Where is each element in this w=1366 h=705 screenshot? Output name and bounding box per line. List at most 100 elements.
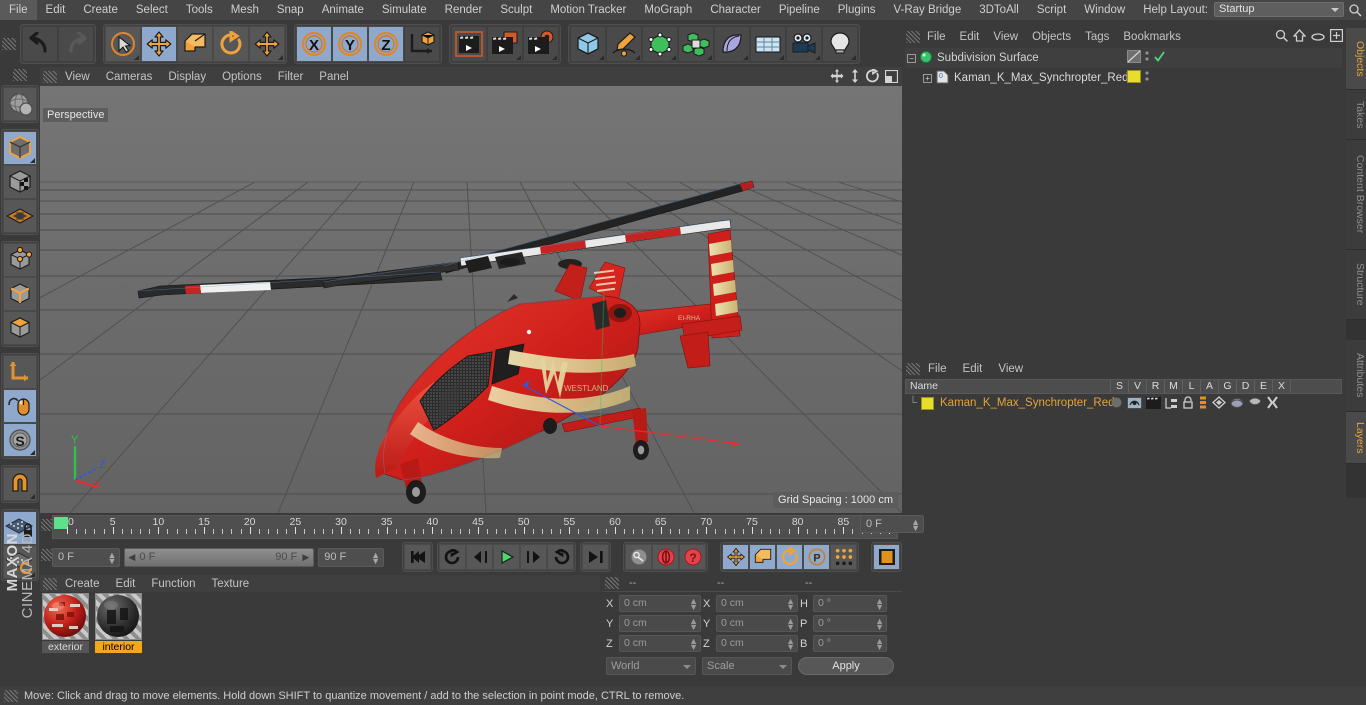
preview-range-slider[interactable]: ◀ 0 F 90 F ▶ xyxy=(124,547,315,567)
polygons-mode-button[interactable] xyxy=(3,311,37,345)
tab-takes[interactable]: Takes xyxy=(1346,90,1366,140)
tag-dots-icon[interactable] xyxy=(1145,50,1149,66)
timeline-playhead[interactable] xyxy=(54,517,68,529)
object-manager-grip[interactable] xyxy=(906,30,920,43)
menu-plugins[interactable]: Plugins xyxy=(829,0,885,20)
layer-menu-view[interactable]: View xyxy=(990,363,1031,375)
layout-dropdown[interactable]: Startup xyxy=(1214,2,1344,17)
lock-z-axis-button[interactable]: Z xyxy=(368,25,404,62)
viewport-solo-button[interactable] xyxy=(3,199,37,233)
spinner-icon[interactable]: ▲ ▼ xyxy=(689,637,698,652)
layer-color-swatch[interactable] xyxy=(921,396,934,410)
layer-row[interactable]: └ Kaman_K_Max_Synchropter_Red xyxy=(905,395,1342,411)
go-to-start-button[interactable] xyxy=(404,544,431,570)
spinner-icon[interactable]: ▲ ▼ xyxy=(875,617,884,632)
material-manager-grip[interactable] xyxy=(43,577,57,590)
free-move-tool-button[interactable] xyxy=(249,25,285,62)
menu-create[interactable]: Create xyxy=(74,0,127,20)
column-l[interactable]: L xyxy=(1183,380,1201,393)
add-camera-button[interactable] xyxy=(786,25,822,62)
texture-mode-button[interactable] xyxy=(3,165,37,199)
layer-menu-file[interactable]: File xyxy=(920,363,955,375)
add-cube-button[interactable] xyxy=(570,25,606,62)
points-mode-button[interactable] xyxy=(3,243,37,277)
visible-toggle-icon[interactable] xyxy=(1127,396,1142,412)
lock-y-axis-button[interactable]: Y xyxy=(332,25,368,62)
viewport-menu-view[interactable]: View xyxy=(57,71,98,83)
object-row-subdivision-surface[interactable]: − Subdivision Surface xyxy=(905,48,1342,68)
menu-select[interactable]: Select xyxy=(127,0,177,20)
column-s[interactable]: S xyxy=(1111,380,1129,393)
maximize-view-icon[interactable] xyxy=(884,69,899,88)
expander-icon[interactable]: − xyxy=(907,53,916,63)
menu-pipeline[interactable]: Pipeline xyxy=(770,0,829,20)
timeline-ruler[interactable]: 051015202530354045505560657075808590 xyxy=(52,515,898,539)
coordinates-grip[interactable] xyxy=(605,577,619,589)
object-menu-edit[interactable]: Edit xyxy=(953,31,987,43)
current-frame-field[interactable]: 0 F ▲ ▼ xyxy=(52,547,121,567)
left-toolbar-grip[interactable] xyxy=(13,69,27,81)
menu-window[interactable]: Window xyxy=(1075,0,1134,20)
keyframe-selection-button[interactable]: ? xyxy=(679,544,706,570)
lock-x-axis-button[interactable]: X xyxy=(296,25,332,62)
coordinate-space-dropdown[interactable]: World xyxy=(606,657,696,675)
render-region-button[interactable] xyxy=(487,25,523,62)
tag-dots-icon[interactable] xyxy=(1145,70,1149,86)
spinner-icon[interactable]: ▲ ▼ xyxy=(786,617,795,632)
edges-mode-button[interactable] xyxy=(3,277,37,311)
viewport-menu-display[interactable]: Display xyxy=(160,71,214,83)
expression-toggle-icon[interactable] xyxy=(1248,397,1262,411)
menu-script[interactable]: Script xyxy=(1028,0,1075,20)
object-row-kaman[interactable]: + 0 Kaman_K_Max_Synchropter_Red xyxy=(905,68,1342,88)
workplane-button[interactable] xyxy=(3,389,37,423)
material-item-exterior[interactable]: exterior xyxy=(42,593,89,653)
rotate-tool-button[interactable] xyxy=(213,25,249,62)
menu-snap[interactable]: Snap xyxy=(268,0,313,20)
viewport-menu-filter[interactable]: Filter xyxy=(270,71,312,83)
object-menu-file[interactable]: File xyxy=(920,31,953,43)
spinner-icon[interactable]: ▲ ▼ xyxy=(689,617,698,632)
redo-button[interactable] xyxy=(58,25,94,62)
viewport-grip[interactable] xyxy=(43,70,57,83)
undo-button[interactable] xyxy=(22,25,58,62)
spinner-icon[interactable]: ▲ ▼ xyxy=(911,518,920,533)
apply-button[interactable]: Apply xyxy=(798,657,894,675)
step-forward-button[interactable] xyxy=(520,544,547,570)
manager-toggle-icon[interactable] xyxy=(1165,397,1178,412)
add-generator-button[interactable] xyxy=(642,25,678,62)
subdivision-tag-icon[interactable] xyxy=(1127,50,1141,66)
menu-character[interactable]: Character xyxy=(701,0,770,20)
deformer-toggle-icon[interactable] xyxy=(1230,396,1244,412)
menu-sculpt[interactable]: Sculpt xyxy=(491,0,541,20)
undo-view-button[interactable] xyxy=(3,87,37,121)
position-x-field[interactable]: 0 cm ▲ ▼ xyxy=(619,595,701,612)
lock-toggle-icon[interactable] xyxy=(1182,396,1194,412)
add-deformer-button[interactable] xyxy=(714,25,750,62)
menu-mesh[interactable]: Mesh xyxy=(222,0,268,20)
spinner-icon[interactable]: ▲ ▼ xyxy=(786,597,795,612)
material-menu-texture[interactable]: Texture xyxy=(203,578,257,590)
column-r[interactable]: R xyxy=(1147,380,1165,393)
spinner-icon[interactable]: ▲ ▼ xyxy=(875,597,884,612)
menu-mograph[interactable]: MoGraph xyxy=(635,0,701,20)
home-icon[interactable] xyxy=(1292,29,1307,47)
tab-content-browser[interactable]: Content Browser xyxy=(1346,140,1366,250)
menu-vray-bridge[interactable]: V-Ray Bridge xyxy=(884,0,970,20)
add-environment-button[interactable] xyxy=(750,25,786,62)
menu-file[interactable]: File xyxy=(0,0,37,20)
menu-simulate[interactable]: Simulate xyxy=(373,0,436,20)
material-menu-function[interactable]: Function xyxy=(143,578,203,590)
world-object-axis-button[interactable] xyxy=(404,25,440,62)
menu-tools[interactable]: Tools xyxy=(177,0,222,20)
animation-toggle-icon[interactable] xyxy=(1198,396,1208,412)
ellipse-icon[interactable] xyxy=(1311,29,1325,47)
timeline-filmstrip-button[interactable] xyxy=(873,544,900,570)
select-tool-button[interactable] xyxy=(105,25,141,62)
layer-manager-grip[interactable] xyxy=(906,362,920,375)
key-position-button[interactable] xyxy=(722,544,749,570)
key-scale-button[interactable] xyxy=(749,544,776,570)
key-pla-button[interactable]: P xyxy=(803,544,830,570)
position-y-field[interactable]: 0 cm ▲ ▼ xyxy=(619,615,701,632)
end-frame-field[interactable]: 90 F ▲ ▼ xyxy=(318,547,384,567)
object-menu-objects[interactable]: Objects xyxy=(1025,31,1078,43)
